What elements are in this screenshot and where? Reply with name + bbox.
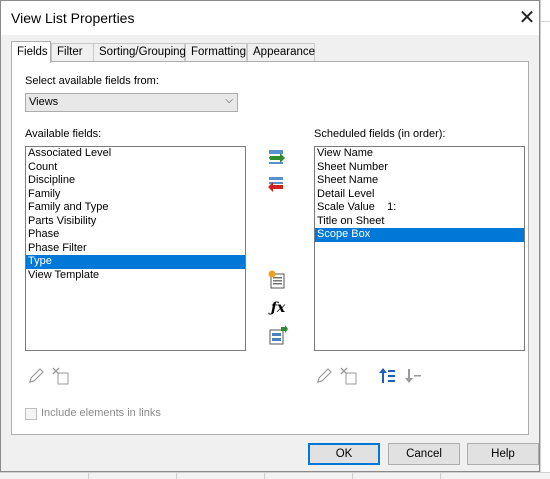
add-field-icon	[269, 150, 285, 164]
background-grid	[540, 0, 550, 478]
list-item[interactable]: Discipline	[26, 174, 245, 188]
combine-parameters-icon	[269, 325, 288, 345]
help-button[interactable]: Help	[467, 443, 539, 465]
list-item[interactable]: Parts Visibility	[26, 215, 245, 229]
delete-parameter-icon[interactable]	[52, 367, 70, 385]
list-item[interactable]: Family and Type	[26, 201, 245, 215]
scheduled-fields-list[interactable]: View Name Sheet Number Sheet Name Detail…	[314, 146, 525, 351]
available-fields-label: Available fields:	[25, 128, 102, 140]
list-item[interactable]: Title on Sheet	[315, 215, 524, 229]
include-links-checkbox[interactable]	[25, 408, 37, 420]
tab-formatting[interactable]: Formatting	[185, 43, 247, 61]
cancel-button[interactable]: Cancel	[388, 443, 460, 465]
select-from-label: Select available fields from:	[25, 75, 159, 87]
list-item[interactable]: Phase	[26, 228, 245, 242]
list-item[interactable]: View Name	[315, 147, 524, 161]
remove-field-icon	[268, 177, 283, 192]
new-parameter-button[interactable]	[266, 269, 288, 291]
fx-icon[interactable]: ƒx	[267, 297, 289, 319]
remove-field-button[interactable]	[265, 174, 287, 196]
tab-sorting-grouping[interactable]: Sorting/Grouping	[93, 43, 186, 61]
close-icon[interactable]: ✕	[515, 6, 539, 30]
tab-filter[interactable]: Filter	[51, 43, 95, 61]
list-item[interactable]: Family	[26, 188, 245, 202]
move-down-icon[interactable]	[403, 367, 421, 385]
combine-parameters-button[interactable]	[266, 325, 288, 347]
view-list-properties-dialog: View List Properties ✕ Fields Filter Sor…	[0, 0, 540, 472]
fields-panel: Select available fields from: Views ⌵ Av…	[11, 61, 529, 435]
list-item[interactable]: Scale Value 1:	[315, 201, 524, 215]
list-item[interactable]: View Template	[26, 269, 245, 283]
available-fields-list[interactable]: Associated Level Count Discipline Family…	[25, 146, 246, 351]
list-item[interactable]: Associated Level	[26, 147, 245, 161]
list-item[interactable]: Phase Filter	[26, 242, 245, 256]
list-item-selected[interactable]: Type	[26, 255, 245, 269]
move-up-icon[interactable]	[377, 367, 395, 385]
chevron-down-icon: ⌵	[225, 95, 233, 106]
dialog-title: View List Properties	[11, 10, 135, 26]
delete-parameter-icon[interactable]	[340, 367, 358, 385]
list-item[interactable]: Sheet Name	[315, 174, 524, 188]
tab-fields[interactable]: Fields	[11, 41, 51, 63]
include-links-label: Include elements in links	[41, 407, 161, 419]
list-item[interactable]: Sheet Number	[315, 161, 524, 175]
select-from-value: Views	[29, 96, 59, 108]
add-field-button[interactable]	[265, 147, 287, 169]
list-item-selected[interactable]: Scope Box	[315, 228, 524, 242]
scheduled-fields-label: Scheduled fields (in order):	[314, 128, 446, 140]
title-bar: View List Properties ✕	[1, 1, 539, 35]
bg-cell	[541, 0, 550, 22]
list-item[interactable]: Count	[26, 161, 245, 175]
select-from-dropdown[interactable]: Views ⌵	[25, 93, 238, 112]
tab-appearance[interactable]: Appearance	[247, 43, 315, 61]
edit-pencil-icon[interactable]	[315, 367, 333, 385]
new-parameter-icon	[268, 270, 285, 289]
list-item[interactable]: Detail Level	[315, 188, 524, 202]
ok-button[interactable]: OK	[308, 443, 380, 465]
edit-pencil-icon[interactable]	[27, 367, 45, 385]
